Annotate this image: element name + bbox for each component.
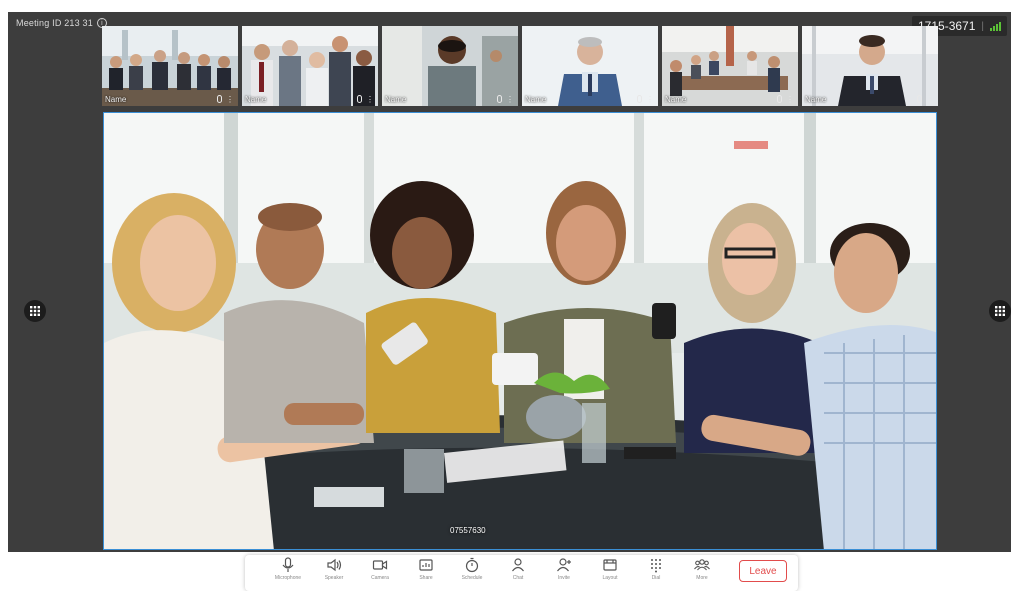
toolbar-label: Dial	[651, 575, 661, 581]
left-grid-button[interactable]	[24, 300, 46, 322]
participant-thumbnail[interactable]: Name ⋮	[102, 26, 238, 106]
thumbnail-strip: Name ⋮ Name ⋮ Name ⋮ Name ⋮ Name ⋮ Name …	[102, 26, 938, 106]
meeting-id-header: Meeting ID 213 31 i	[16, 18, 107, 28]
share-button[interactable]: Share	[403, 555, 449, 585]
participants-button[interactable]: More	[679, 555, 725, 585]
participant-name: Name	[385, 95, 407, 104]
badge-separator: |	[981, 20, 984, 32]
toolbar-label: Schedule	[461, 575, 483, 581]
meeting-window: Meeting ID 213 31 i 1715-3671 | Name ⋮ N…	[0, 0, 1019, 591]
more-options-icon[interactable]: ⋮	[226, 95, 234, 104]
toolbar-label: Camera	[371, 575, 389, 581]
leave-button[interactable]: Leave	[739, 560, 787, 582]
participant-thumbnail[interactable]: Name ⋮	[662, 26, 798, 106]
participants-icon	[694, 559, 710, 571]
person-button[interactable]: Chat	[495, 555, 541, 585]
participant-thumbnail[interactable]: Name ⋮	[382, 26, 518, 106]
add-person-button[interactable]: Invite	[541, 555, 587, 585]
more-options-icon[interactable]: ⋮	[646, 95, 654, 104]
grid-icon	[30, 306, 40, 316]
timer-icon	[465, 557, 479, 573]
grid-icon	[995, 306, 1005, 316]
toolbar-label: Microphone	[274, 575, 302, 581]
speaker-button[interactable]: Speaker	[311, 555, 357, 585]
microphone-icon	[217, 95, 222, 103]
participant-name: Name	[805, 95, 827, 104]
camera-button[interactable]: Camera	[357, 555, 403, 585]
layout-button[interactable]: Layout	[587, 555, 633, 585]
microphone-button[interactable]: Microphone	[265, 555, 311, 585]
meeting-area: Meeting ID 213 31 i 1715-3671 | Name ⋮ N…	[8, 12, 1011, 552]
meeting-id-label: Meeting ID 213 31	[16, 18, 93, 28]
participant-thumbnail[interactable]: Name ⋮	[242, 26, 378, 106]
microphone-icon	[497, 95, 502, 103]
dialpad-button[interactable]: Dial	[633, 555, 679, 585]
participant-name: Name	[665, 95, 687, 104]
group-photo-thumbnail-image	[102, 26, 238, 106]
microphone-icon	[637, 95, 642, 103]
main-video[interactable]: 07557630	[103, 112, 937, 550]
office-meeting-thumbnail-image	[662, 26, 798, 106]
young-man-thumbnail-image	[802, 26, 938, 106]
senior-man-thumbnail-image	[522, 26, 658, 106]
add-person-icon	[557, 558, 571, 572]
speaker-icon	[327, 558, 342, 572]
toolbar-label: Layout	[602, 575, 618, 581]
layout-icon	[603, 559, 617, 571]
participant-thumbnail[interactable]: Name ⋮	[802, 26, 938, 106]
team-meeting-video-image	[104, 113, 936, 549]
microphone-icon	[282, 557, 294, 572]
participant-id-label: 07557630	[450, 526, 486, 535]
participant-thumbnail[interactable]: Name ⋮	[522, 26, 658, 106]
toolbar-label: More	[696, 575, 708, 581]
business-team-thumbnail-image	[242, 26, 378, 106]
smiling-man-thumbnail-image	[382, 26, 518, 106]
right-grid-button[interactable]	[989, 300, 1011, 322]
microphone-icon	[777, 95, 782, 103]
more-options-icon[interactable]: ⋮	[366, 95, 374, 104]
share-icon	[419, 559, 433, 571]
signal-strength-icon	[990, 21, 1001, 31]
dialpad-icon	[651, 559, 661, 573]
microphone-icon	[357, 95, 362, 103]
camera-icon	[372, 560, 388, 570]
participant-name: Name	[245, 95, 267, 104]
toolbar-label: Invite	[558, 575, 570, 581]
more-options-icon[interactable]: ⋮	[786, 95, 794, 104]
participant-name: Name	[105, 95, 127, 104]
more-options-icon[interactable]: ⋮	[926, 95, 934, 104]
more-options-icon[interactable]: ⋮	[506, 95, 514, 104]
toolbar-label: Chat	[512, 575, 524, 581]
toolbar-label: Share	[419, 575, 433, 581]
microphone-icon	[917, 95, 922, 103]
meeting-toolbar: Microphone Speaker Camera Share Schedule…	[245, 555, 798, 591]
person-icon	[512, 558, 524, 572]
timer-button[interactable]: Schedule	[449, 555, 495, 585]
toolbar-label: Speaker	[324, 575, 344, 581]
participant-name: Name	[525, 95, 547, 104]
